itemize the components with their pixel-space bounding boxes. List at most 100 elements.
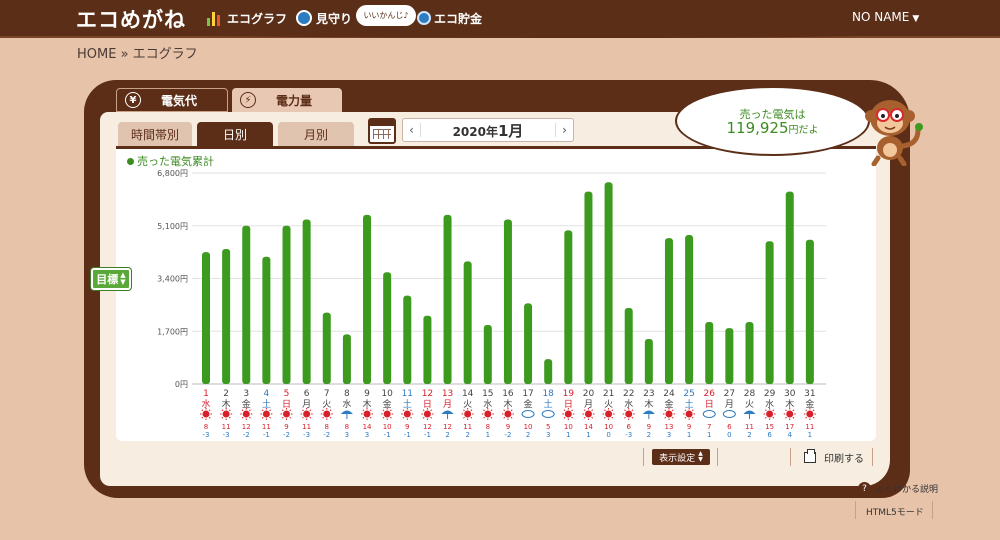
caret-down-icon: ▼ bbox=[912, 14, 920, 24]
bar bbox=[322, 312, 331, 384]
sun-ray bbox=[664, 416, 667, 419]
sun-ray bbox=[329, 416, 332, 419]
low-temp-label: 1 bbox=[586, 431, 590, 439]
low-temp-label: 1 bbox=[808, 431, 812, 439]
html5-mode-link[interactable]: HTML5モード bbox=[866, 505, 924, 518]
magnifier-icon bbox=[296, 10, 312, 26]
high-temp-label: 11 bbox=[805, 423, 814, 431]
print-button[interactable]: 印刷する bbox=[804, 449, 864, 465]
x-weekday-label: 木 bbox=[644, 398, 653, 410]
sun-ray bbox=[389, 416, 392, 419]
x-day-label: 27 bbox=[724, 389, 735, 399]
prev-month-button[interactable]: ‹ bbox=[403, 123, 421, 137]
x-day-label: 7 bbox=[324, 389, 330, 399]
low-temp-label: -2 bbox=[243, 431, 250, 439]
umbrella-icon bbox=[642, 410, 655, 414]
x-weekday-label: 水 bbox=[342, 398, 351, 410]
next-month-button[interactable]: › bbox=[555, 123, 573, 137]
help-link[interactable]: ? よくわかる説明 bbox=[858, 482, 938, 495]
sun-ray bbox=[624, 416, 626, 419]
low-temp-label: 3 bbox=[667, 431, 671, 439]
sun-icon bbox=[242, 410, 250, 418]
tab-electric-power-label: 電力量 bbox=[276, 93, 313, 108]
low-temp-label: -1 bbox=[424, 431, 431, 439]
tab-monthly[interactable]: 月別 bbox=[278, 122, 354, 146]
nav-mimamori[interactable]: 見守り bbox=[296, 8, 352, 28]
low-temp-label: 4 bbox=[788, 431, 793, 439]
x-day-label: 13 bbox=[442, 389, 453, 399]
bar bbox=[604, 182, 613, 384]
app-logo[interactable]: エコめがね bbox=[76, 4, 186, 34]
breadcrumb: HOME » エコグラフ bbox=[77, 47, 198, 62]
sold-electricity-amount: 119,925 bbox=[726, 119, 789, 137]
x-weekday-label: 金 bbox=[524, 398, 533, 410]
sun-ray bbox=[463, 416, 465, 419]
x-day-label: 19 bbox=[563, 389, 575, 399]
divider bbox=[855, 501, 856, 519]
low-temp-label: 2 bbox=[526, 431, 530, 439]
bar bbox=[524, 303, 533, 384]
goal-button[interactable]: 目標 ▲ ▼ bbox=[91, 268, 131, 290]
bar bbox=[363, 214, 372, 384]
sun-icon bbox=[605, 410, 613, 418]
tab-daily[interactable]: 日別 bbox=[197, 122, 273, 146]
high-temp-label: 9 bbox=[506, 423, 510, 431]
low-temp-label: -2 bbox=[504, 431, 511, 439]
sun-ray bbox=[563, 416, 566, 419]
y-tick-label: 3,400円 bbox=[157, 275, 188, 284]
x-day-label: 21 bbox=[603, 389, 614, 399]
high-temp-label: 9 bbox=[687, 423, 691, 431]
current-month: 2020年1月 bbox=[421, 120, 555, 141]
nav-eco-graph[interactable]: エコグラフ bbox=[207, 8, 287, 28]
sun-ray bbox=[430, 416, 433, 419]
bar bbox=[785, 191, 794, 384]
low-temp-label: 1 bbox=[687, 431, 691, 439]
sun-icon bbox=[403, 410, 411, 418]
high-temp-label: 7 bbox=[707, 423, 711, 431]
umbrella-icon bbox=[441, 410, 454, 414]
nav-eco-chokin[interactable]: エコ貯金 bbox=[417, 8, 482, 28]
sun-ray bbox=[322, 416, 324, 419]
sun-icon bbox=[303, 410, 311, 418]
sun-ray bbox=[369, 416, 372, 419]
sun-ray bbox=[490, 416, 493, 419]
high-temp-label: 9 bbox=[405, 423, 409, 431]
tab-electricity-cost[interactable]: ¥ 電気代 bbox=[116, 88, 228, 112]
high-temp-label: 6 bbox=[727, 423, 732, 431]
tab-electricity-cost-label: 電気代 bbox=[161, 93, 198, 108]
updown-icon: ▲ ▼ bbox=[698, 450, 703, 463]
low-temp-label: 2 bbox=[465, 431, 469, 439]
bar bbox=[423, 315, 432, 384]
high-temp-label: 13 bbox=[665, 423, 674, 431]
nav-mimamori-label: 見守り bbox=[316, 11, 353, 26]
x-weekday-label: 日 bbox=[705, 399, 714, 410]
sun-ray bbox=[631, 416, 634, 419]
sold-electricity-value: 119,925円だよ bbox=[677, 119, 868, 137]
display-settings-button[interactable]: 表示設定 ▲ ▼ bbox=[652, 449, 710, 465]
sun-ray bbox=[483, 416, 485, 419]
calendar-icon[interactable] bbox=[368, 118, 396, 144]
help-label: よくわかる説明 bbox=[875, 485, 939, 495]
tab-electric-power[interactable]: ⚡ 電力量 bbox=[232, 88, 342, 112]
sun-ray bbox=[684, 416, 687, 419]
low-temp-label: -3 bbox=[303, 431, 310, 439]
sun-icon bbox=[665, 410, 673, 418]
low-temp-label: 1 bbox=[486, 431, 490, 439]
low-temp-label: -2 bbox=[323, 431, 330, 439]
sun-icon bbox=[283, 410, 291, 418]
sun-icon bbox=[685, 410, 693, 418]
sun-ray bbox=[510, 416, 513, 419]
sun-icon bbox=[202, 410, 210, 418]
low-temp-label: 6 bbox=[767, 431, 772, 439]
user-menu[interactable]: NO NAME ▼ bbox=[852, 10, 919, 24]
high-temp-label: 5 bbox=[546, 423, 550, 431]
tab-hourly[interactable]: 時間帯別 bbox=[118, 122, 192, 146]
display-settings-label: 表示設定 bbox=[659, 453, 696, 464]
x-weekday-label: 月 bbox=[725, 399, 734, 410]
high-temp-label: 6 bbox=[626, 423, 631, 431]
bar bbox=[202, 252, 210, 384]
bar bbox=[544, 359, 553, 384]
umbrella-icon bbox=[340, 410, 353, 414]
sun-icon bbox=[484, 410, 492, 418]
sun-icon bbox=[806, 410, 814, 418]
